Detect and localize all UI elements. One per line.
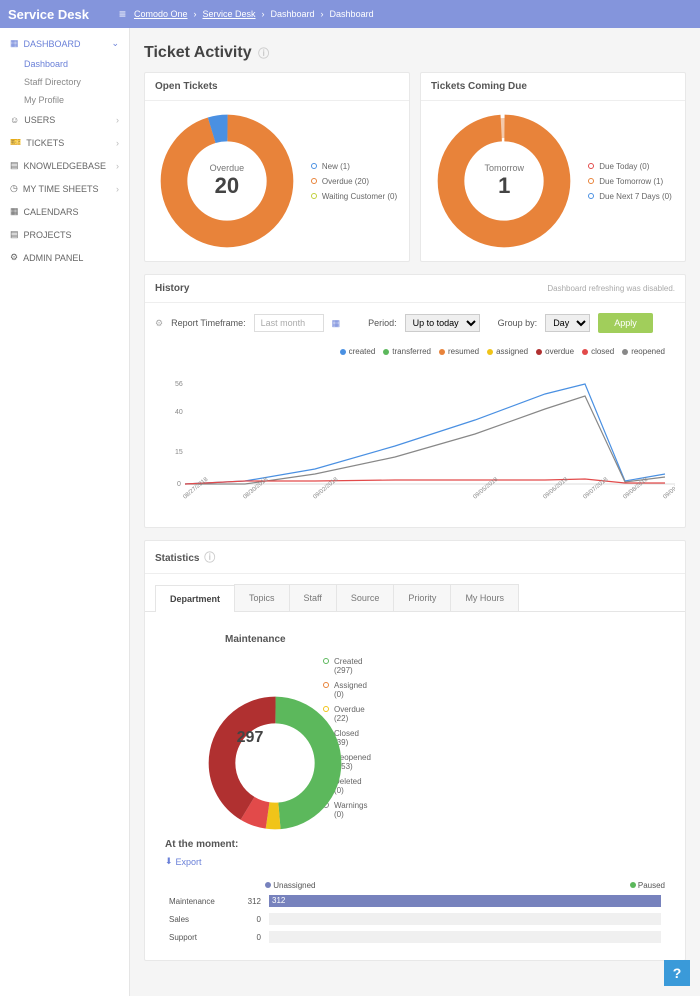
svg-text:09/09/2018: 09/09/2018 [662, 476, 675, 500]
moment-table: Maintenance 312 312 Sales 0 Support 0 [165, 892, 665, 946]
crumb-0[interactable]: Comodo One [134, 9, 188, 19]
chevron-right-icon: › [116, 161, 119, 171]
tab-department[interactable]: Department [155, 585, 235, 612]
chevron-down-icon: ⌄ [111, 38, 119, 49]
nav-admin[interactable]: ⚙ADMIN PANEL [0, 246, 129, 269]
panel-history: History Dashboard refreshing was disable… [144, 274, 686, 528]
groupby-select[interactable]: Day [545, 314, 590, 332]
nav-kb[interactable]: ▤KNOWLEDGEBASE› [0, 154, 129, 177]
donut-maintenance: 297 [205, 693, 295, 783]
svg-text:0: 0 [177, 481, 181, 488]
help-icon[interactable]: ⓘ [258, 48, 269, 60]
moment-title: At the moment: [165, 839, 665, 850]
page-title: Ticket Activity ⓘ [144, 44, 686, 62]
tab-source[interactable]: Source [336, 584, 395, 611]
donut-label: Tomorrow [485, 163, 525, 173]
tab-staff[interactable]: Staff [289, 584, 337, 611]
donut-open: Overdue 20 [157, 111, 297, 251]
svg-text:09/02/2018: 09/02/2018 [312, 476, 339, 500]
clock-icon: ◷ [10, 183, 18, 194]
dept-title: Maintenance [225, 634, 665, 645]
user-icon: ☺ [10, 115, 19, 125]
menu-icon[interactable]: ≡ [119, 7, 126, 21]
list-icon: ▤ [10, 229, 19, 240]
donut-value: 1 [498, 173, 510, 199]
svg-text:56: 56 [175, 381, 183, 388]
calendar-icon: ▦ [10, 206, 19, 217]
history-note: Dashboard refreshing was disabled. [547, 284, 675, 293]
tab-myhours[interactable]: My Hours [450, 584, 519, 611]
nav-sub-staff[interactable]: Staff Directory [0, 73, 129, 91]
stats-title: Statistics ⓘ [145, 541, 685, 574]
nav-sub-dashboard[interactable]: Dashboard [0, 55, 129, 73]
sidebar: ▦DASHBOARD ⌄ Dashboard Staff Directory M… [0, 28, 130, 996]
nav-sub-profile[interactable]: My Profile [0, 91, 129, 109]
period-select[interactable]: Up to today [405, 314, 480, 332]
period-label: Period: [368, 318, 397, 328]
help-icon[interactable]: ⓘ [204, 552, 215, 564]
nav-projects[interactable]: ▤PROJECTS [0, 223, 129, 246]
donut-value: 297 [237, 729, 264, 747]
panel-title: Tickets Coming Due [421, 73, 685, 101]
history-legend: created transferred resumed assigned ove… [145, 343, 685, 360]
gear-icon[interactable]: ⚙ [155, 318, 163, 329]
export-button[interactable]: ⬇Export [165, 856, 665, 867]
svg-text:08/30/2018: 08/30/2018 [242, 476, 269, 500]
svg-text:08/27/2018: 08/27/2018 [182, 476, 209, 500]
crumb-1[interactable]: Service Desk [203, 9, 256, 19]
legend-due: Due Today (0) Due Tomorrow (1) Due Next … [588, 162, 671, 201]
nav-calendars[interactable]: ▦CALENDARS [0, 200, 129, 223]
cog-icon: ⚙ [10, 252, 18, 263]
table-row: Sales 0 [165, 910, 665, 928]
svg-text:40: 40 [175, 409, 183, 416]
book-icon: ▤ [10, 160, 19, 171]
history-title: History [155, 283, 189, 294]
donut-due: Tomorrow 1 [434, 111, 574, 251]
groupby-label: Group by: [498, 318, 538, 328]
chevron-right-icon: › [116, 138, 119, 148]
svg-text:09/08/2018: 09/08/2018 [622, 476, 649, 500]
bar-legend: Unassigned Paused [165, 879, 665, 892]
history-chart: 56 40 15 0 08/27/2018 08/30/2018 09 [145, 360, 685, 527]
help-button[interactable]: ? [664, 960, 690, 986]
crumb-2: Dashboard [271, 9, 315, 19]
tab-priority[interactable]: Priority [393, 584, 451, 611]
stats-tabs: Department Topics Staff Source Priority … [145, 574, 685, 612]
table-row: Support 0 [165, 928, 665, 946]
chevron-right-icon: › [116, 184, 119, 194]
svg-text:15: 15 [175, 449, 183, 456]
crumb-3: Dashboard [330, 9, 374, 19]
nav-dashboard[interactable]: ▦DASHBOARD ⌄ [0, 32, 129, 55]
panel-title: Open Tickets [145, 73, 409, 101]
calendar-icon[interactable]: ▦ [332, 318, 341, 329]
table-row: Maintenance 312 312 [165, 892, 665, 910]
panel-statistics: Statistics ⓘ Department Topics Staff Sou… [144, 540, 686, 961]
donut-label: Overdue [210, 163, 245, 173]
ticket-icon: 🎫 [10, 137, 21, 148]
nav-timesheets[interactable]: ◷MY TIME SHEETS› [0, 177, 129, 200]
brand: Service Desk [8, 7, 89, 22]
tab-topics[interactable]: Topics [234, 584, 290, 611]
main: Ticket Activity ⓘ Open Tickets [130, 28, 700, 996]
grid-icon: ▦ [10, 38, 19, 49]
legend-open: New (1) Overdue (20) Waiting Customer (0… [311, 162, 397, 201]
timeframe-label: Report Timeframe: [171, 318, 246, 328]
timeframe-input[interactable] [254, 314, 324, 332]
panel-coming-due: Tickets Coming Due Tomorrow 1 [420, 72, 686, 262]
breadcrumb: Comodo One › Service Desk › Dashboard › … [134, 9, 374, 19]
apply-button[interactable]: Apply [598, 313, 653, 333]
donut-value: 20 [215, 173, 239, 199]
chevron-right-icon: › [116, 115, 119, 125]
download-icon: ⬇ [165, 856, 173, 867]
panel-open-tickets: Open Tickets Overdue 20 [144, 72, 410, 262]
topbar: Service Desk ≡ Comodo One › Service Desk… [0, 0, 700, 28]
nav-users[interactable]: ☺USERS› [0, 109, 129, 131]
nav-tickets[interactable]: 🎫TICKETS› [0, 131, 129, 154]
